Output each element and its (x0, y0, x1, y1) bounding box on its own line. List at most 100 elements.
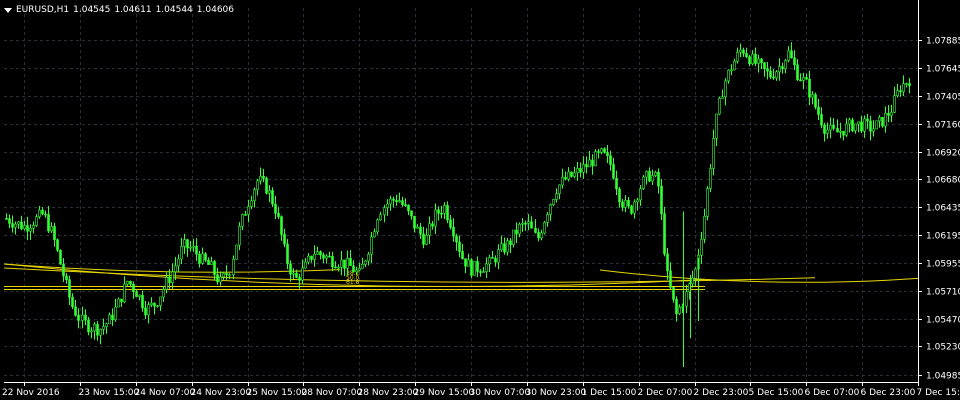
candle-body (141, 294, 144, 309)
candle-body (265, 178, 268, 194)
candles (5, 42, 911, 368)
price-tick-label: 1.05470 (926, 316, 960, 326)
candle-body (733, 60, 736, 71)
price-tick-label: 1.07160 (926, 121, 960, 131)
candle-body (645, 170, 648, 178)
candle-body (147, 304, 150, 316)
candle-body (651, 175, 654, 182)
candle-body (675, 299, 678, 314)
candle-body (836, 128, 839, 133)
candle-body (860, 121, 863, 132)
candle-body (41, 209, 44, 215)
candle-body (660, 185, 663, 214)
candle-body (754, 53, 757, 64)
candle-body (703, 216, 706, 240)
dropdown-triangle-icon[interactable] (4, 7, 12, 13)
candle-body (177, 258, 180, 267)
candle-body (648, 170, 651, 182)
candle-body (17, 221, 20, 225)
candle-body (274, 203, 277, 214)
candle-body (721, 96, 724, 99)
candle-body (343, 259, 346, 269)
candle-body (35, 216, 38, 226)
candle-body (820, 114, 823, 126)
candle-body (908, 83, 911, 87)
candle-body (775, 71, 778, 79)
time-tick-label: 1 Dec 15:00 (582, 388, 637, 398)
candle-body (38, 209, 41, 217)
candle-body (407, 204, 410, 212)
candle-body (470, 259, 473, 276)
fibonacci-arc[interactable] (599, 269, 919, 283)
candle-body (232, 258, 235, 275)
candle-body (280, 216, 283, 235)
time-tick-label: 2 Dec 07:00 (638, 388, 693, 398)
candle-body (304, 261, 307, 269)
candle-body (87, 319, 90, 333)
candle-body (736, 51, 739, 62)
candle-body (307, 255, 310, 263)
price-tick-label: 1.07885 (926, 37, 960, 47)
candle-body (781, 66, 784, 70)
candle-body (518, 224, 521, 235)
candle-body (298, 277, 301, 281)
candle-body (204, 253, 207, 261)
candle-body (582, 164, 585, 173)
price-tick-label: 1.07405 (926, 93, 960, 103)
candle-body (829, 124, 832, 131)
candle-body (238, 225, 241, 246)
candle-body (346, 258, 349, 269)
time-tick-label: 2 Dec 23:00 (694, 388, 749, 398)
candle-body (171, 271, 174, 283)
candle-body (90, 330, 93, 333)
candle-body (636, 199, 639, 203)
candle-body (657, 171, 660, 187)
price-tick-label: 1.06435 (926, 204, 960, 214)
time-tick-label: 30 Nov 23:00 (526, 388, 587, 398)
grid-lines (4, 8, 919, 382)
candle-body (156, 305, 159, 307)
symbol-header: EURUSD,H1 1.04545 1.04611 1.04544 1.0460… (4, 3, 234, 17)
candle-body (153, 302, 156, 307)
time-tick-label: 30 Nov 07:00 (470, 388, 531, 398)
candle-body (434, 209, 437, 227)
candle-body (685, 291, 688, 307)
candle-body (473, 261, 476, 276)
candle-body (594, 151, 597, 167)
candle-body (537, 232, 540, 239)
candle-body (540, 232, 543, 239)
candle-body (81, 314, 84, 321)
candle-body (370, 236, 373, 255)
candle-body (727, 69, 730, 82)
time-tick-label: 28 Nov 07:00 (302, 388, 363, 398)
candle-body (863, 118, 866, 132)
candle-body (443, 205, 446, 214)
candle-body (331, 256, 334, 268)
candle-body (410, 210, 413, 217)
candle-body (349, 258, 352, 267)
candle-body (135, 291, 138, 297)
candle-body (612, 164, 615, 179)
candle-body (784, 60, 787, 70)
candle-body (292, 272, 295, 275)
price-tick-label: 1.07645 (926, 65, 960, 75)
candle-body (730, 69, 733, 72)
price-tick-label: 1.05955 (926, 260, 960, 270)
candle-body (56, 239, 59, 251)
fibonacci-arcs[interactable]: 38.250.061.8 (3, 263, 919, 290)
time-tick-label: 24 Nov 23:00 (191, 388, 252, 398)
candle-body (244, 214, 247, 216)
candle-body (392, 198, 395, 201)
candle-body (757, 58, 760, 64)
candle-body (669, 270, 672, 288)
price-chart[interactable]: 38.250.061.8 1.07885 1.07645 1.07405 1.0716… (0, 0, 960, 400)
candle-body (503, 243, 506, 253)
candle-body (811, 94, 814, 98)
candle-body (751, 53, 754, 65)
candle-body (316, 251, 319, 255)
candle-body (20, 221, 23, 230)
time-tick-label: 29 Nov 15:00 (414, 388, 475, 398)
fibonacci-level-label: 61.8 (346, 279, 360, 286)
chart-window[interactable]: 38.2 50.0 61.8 1.07885 1.07645 1.07405 1.0716… (0, 0, 960, 400)
candle-body (289, 263, 292, 275)
